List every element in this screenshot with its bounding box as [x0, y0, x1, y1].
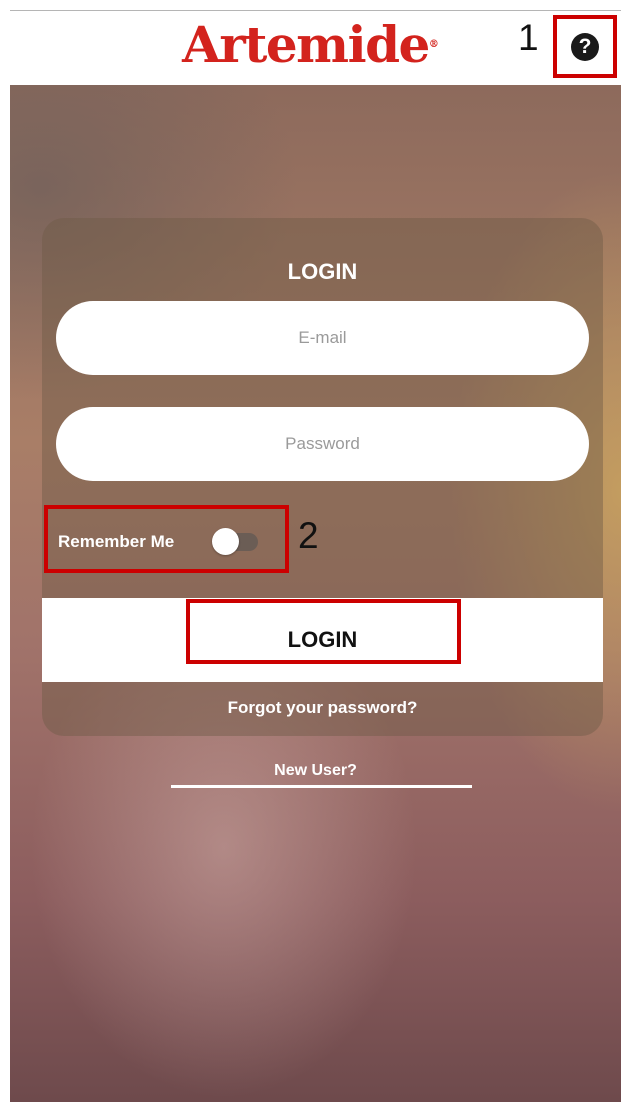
registered-mark: ®	[428, 39, 439, 50]
new-user-underline	[171, 785, 472, 788]
highlight-box-help	[553, 15, 617, 78]
highlight-box-login	[186, 599, 461, 664]
new-user-link[interactable]: New User?	[10, 760, 621, 782]
bottom-strip	[10, 1102, 621, 1112]
logo-text: Artemide	[182, 15, 430, 74]
callout-number-1: 1	[518, 17, 539, 58]
login-screen: Artemide® 1 ? LOGIN Remember Me LOGIN Fo…	[0, 0, 621, 1112]
background-image: LOGIN Remember Me LOGIN Forgot your pass…	[10, 85, 621, 1102]
callout-number-2: 2	[298, 515, 319, 556]
password-field[interactable]	[56, 407, 589, 481]
forgot-password-link[interactable]: Forgot your password?	[42, 697, 603, 719]
highlight-box-remember-me	[44, 505, 289, 573]
email-field[interactable]	[56, 301, 589, 375]
login-title: LOGIN	[287, 259, 358, 284]
